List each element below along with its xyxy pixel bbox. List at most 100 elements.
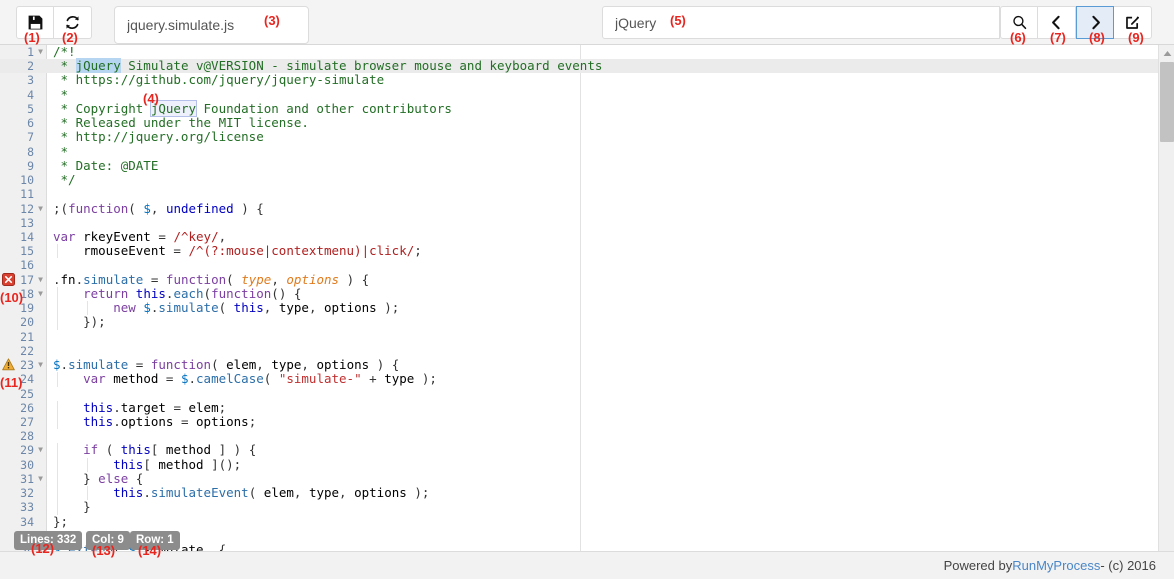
code-line[interactable]: 3 * https://github.com/jquery/jquery-sim… — [0, 73, 1158, 88]
code-line[interactable]: 4 * — [0, 86, 1158, 102]
code-line[interactable]: 11 — [0, 187, 1158, 201]
line-number: 8 — [27, 144, 34, 159]
status-col-badge: Col: 9 — [86, 531, 130, 550]
refresh-button[interactable] — [54, 6, 92, 39]
code-line[interactable]: 10 */ — [0, 172, 1158, 187]
code-line[interactable]: 6 * Released under the MIT license. — [0, 115, 1158, 131]
code-editor[interactable]: 1 ▼/*! 2 * jQuery Simulate v@VERSION - sim… — [0, 45, 1158, 551]
code-line[interactable]: 17 ▼ .fn.simulate = function( type, option… — [0, 272, 1158, 287]
indent-guide — [87, 301, 89, 316]
code-line[interactable]: 19 new $.simulate( this, type, options )… — [0, 300, 1158, 316]
fold-toggle-icon[interactable]: ▼ — [36, 273, 45, 287]
code-line-text: * — [53, 86, 69, 102]
code-line-background — [0, 429, 1158, 443]
fold-toggle-icon[interactable]: ▼ — [36, 358, 45, 372]
code-line-text: this.options = options; — [83, 413, 257, 429]
indent-guide — [57, 301, 58, 316]
pencil-square-icon — [1126, 16, 1139, 29]
code-line[interactable]: 32 this.simulateEvent( elem, type, optio… — [0, 486, 1158, 501]
code-line[interactable]: 16 — [0, 258, 1158, 272]
code-line[interactable]: 21 — [0, 330, 1158, 344]
code-line[interactable]: 31 ▼ } else { — [0, 470, 1158, 487]
runmyprocess-link[interactable]: RunMyProcess — [1012, 558, 1100, 573]
line-number: 16 — [20, 258, 34, 273]
code-line[interactable]: 14 var rkeyEvent = /^key/, — [0, 229, 1158, 244]
next-match-button[interactable] — [1076, 6, 1114, 39]
indent-guide — [57, 414, 58, 430]
code-line-text: rmouseEvent = /^(?:mouse|contextmenu)|cl… — [53, 243, 422, 259]
code-line[interactable]: 24 var method = $.camelCase( "simulate-"… — [0, 371, 1158, 387]
code-line-background — [0, 45, 1158, 59]
status-lines-badge: Lines: 332 — [14, 531, 83, 550]
indent-guide — [57, 400, 58, 415]
code-line[interactable]: 27 this.options = options; — [0, 413, 1158, 430]
previous-match-button[interactable] — [1038, 6, 1076, 39]
footer-suffix: - (c) 2016 — [1100, 558, 1156, 573]
line-number: 24 — [20, 372, 34, 387]
code-line[interactable]: 25 — [0, 387, 1158, 401]
indent-guide — [57, 286, 58, 302]
code-line[interactable]: 9 * Date: @DATE — [0, 158, 1158, 173]
code-line-text: * Copyright jQuery Foundation and other … — [53, 99, 452, 117]
line-number: 19 — [20, 301, 34, 316]
code-line-text: }; — [53, 513, 69, 529]
code-line[interactable]: 15 rmouseEvent = /^(?:mouse|contextmenu)… — [0, 243, 1158, 259]
fold-toggle-icon[interactable]: ▼ — [36, 472, 45, 486]
fold-toggle-icon[interactable]: ▼ — [36, 287, 45, 301]
code-line-background — [0, 187, 1158, 201]
code-line[interactable]: 33 } — [0, 500, 1158, 515]
code-line[interactable]: 7 * http://jquery.org/license — [0, 129, 1158, 145]
line-number: 33 — [20, 500, 34, 515]
scrollbar-thumb[interactable] — [1160, 62, 1174, 142]
code-line[interactable]: 22 — [0, 344, 1158, 358]
line-number: 32 — [20, 486, 34, 501]
line-number: 22 — [20, 343, 34, 358]
status-row-badge: Row: 1 — [130, 531, 180, 550]
code-line-background — [0, 330, 1158, 344]
code-line-text: * http://jquery.org/license — [53, 129, 264, 145]
code-line[interactable]: 23 ▼ $.simulate = function( elem, type, op… — [0, 357, 1158, 372]
code-line[interactable]: 26 this.target = elem; — [0, 400, 1158, 415]
line-number: 26 — [20, 400, 34, 415]
code-line[interactable]: 13 — [0, 216, 1158, 230]
code-line-text: * Released under the MIT license. — [53, 115, 309, 131]
code-line[interactable]: 28 — [0, 429, 1158, 443]
code-line[interactable]: 8 * — [0, 143, 1158, 159]
code-line[interactable]: 1 ▼ /*! — [0, 45, 1158, 59]
code-line[interactable]: 12 ▼ ;(function( $, undefined ) { — [0, 201, 1158, 216]
filename-field-wrapper — [114, 6, 309, 44]
filename-input[interactable] — [114, 6, 309, 44]
line-number: 2 — [27, 59, 34, 74]
code-line-text: }); — [83, 314, 106, 330]
save-button[interactable] — [16, 6, 54, 39]
line-number: 17 — [20, 272, 34, 287]
code-line[interactable]: 30 this[ method ](); — [0, 456, 1158, 472]
floppy-disk-icon — [28, 15, 42, 30]
edit-button[interactable] — [1114, 6, 1152, 39]
search-input[interactable] — [602, 6, 1000, 39]
code-line[interactable]: 34}; — [0, 513, 1158, 529]
code-line-text: * — [53, 143, 69, 159]
code-line[interactable]: 20 }); — [0, 314, 1158, 330]
vertical-scrollbar[interactable] — [1158, 45, 1174, 551]
code-line-background — [0, 88, 1158, 102]
code-line[interactable]: 18 ▼ return this.each(function() { — [0, 286, 1158, 302]
code-line[interactable]: 29 ▼ if ( this[ method ] ) { — [0, 443, 1158, 458]
fold-toggle-icon[interactable]: ▼ — [36, 202, 45, 216]
fold-toggle-icon[interactable]: ▼ — [36, 443, 45, 457]
indent-guide — [87, 486, 89, 501]
code-line[interactable]: 2 * jQuery Simulate v@VERSION - simulate… — [0, 58, 1158, 74]
scroll-up-arrow-icon[interactable] — [1159, 45, 1174, 61]
indent-guide — [57, 315, 58, 330]
code-line-text: new $.simulate( this, type, options ); — [113, 300, 400, 316]
line-number: 14 — [20, 229, 34, 244]
code-line-text: } else { — [83, 470, 144, 486]
code-line-text: var method = $.camelCase( "simulate-" + … — [83, 371, 437, 387]
line-number: 12 — [20, 201, 34, 216]
fold-toggle-icon[interactable]: ▼ — [36, 45, 45, 59]
line-number: 11 — [20, 187, 34, 202]
line-number: 15 — [20, 244, 34, 259]
code-line[interactable]: 5 * Copyright jQuery Foundation and othe… — [0, 99, 1158, 117]
code-line-text: this[ method ](); — [113, 456, 242, 472]
search-button[interactable] — [1000, 6, 1038, 39]
